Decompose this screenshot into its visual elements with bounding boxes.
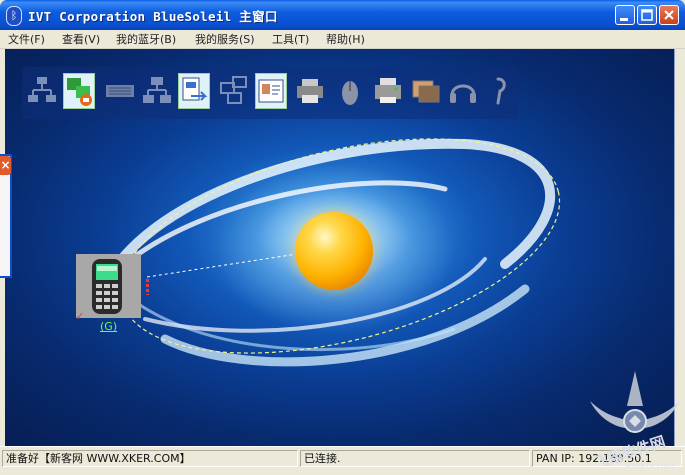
- maximize-button[interactable]: [637, 5, 657, 25]
- status-bar: 准备好【新客网 WWW.XKER.COM】 已连接. PAN IP: 192.1…: [0, 446, 685, 472]
- lan-icon[interactable]: [141, 73, 173, 109]
- device-label[interactable]: (G): [100, 320, 117, 333]
- menu-bar: 文件(F) 查看(V) 我的蓝牙(B) 我的服务(S) 工具(T) 帮助(H): [0, 30, 685, 49]
- service-toolbar: [22, 67, 518, 119]
- mouse-icon[interactable]: [334, 73, 366, 109]
- menu-my-services[interactable]: 我的服务(S): [195, 31, 255, 47]
- bluetooth-icon: ᛒ: [6, 6, 22, 26]
- watermark-url: www.fx.com: [625, 461, 674, 470]
- fax-icon[interactable]: [372, 73, 404, 109]
- window-title: IVT Corporation BlueSoleil 主窗口: [28, 9, 278, 24]
- sync-icon[interactable]: [218, 73, 250, 109]
- minimize-icon: [620, 18, 628, 21]
- dialup-icon[interactable]: [63, 73, 95, 109]
- local-bluetooth-device-icon[interactable]: [295, 212, 373, 290]
- minimize-button[interactable]: [615, 5, 635, 25]
- menu-view[interactable]: 查看(V): [62, 31, 100, 47]
- menu-tools[interactable]: 工具(T): [272, 31, 309, 47]
- network-icon[interactable]: [26, 73, 58, 109]
- menu-help[interactable]: 帮助(H): [326, 31, 365, 47]
- close-icon[interactable]: ×: [0, 156, 11, 175]
- device-canvas[interactable]: ✓ (G): [5, 49, 675, 446]
- close-button[interactable]: [659, 5, 679, 25]
- menu-my-bluetooth[interactable]: 我的蓝牙(B): [116, 31, 176, 47]
- menu-file[interactable]: 文件(F): [8, 31, 45, 47]
- signal-strength-icon: [146, 279, 149, 295]
- picture-icon[interactable]: [410, 73, 442, 109]
- status-connection: 已连接.: [300, 450, 530, 467]
- watermark-logo: 飞翔软件网 www.fx.com: [585, 366, 685, 473]
- mobile-phone-icon[interactable]: [76, 254, 141, 318]
- status-ready: 准备好【新客网 WWW.XKER.COM】: [2, 450, 298, 467]
- business-card-icon[interactable]: [255, 73, 287, 109]
- close-icon: [664, 10, 674, 20]
- title-bar[interactable]: ᛒ IVT Corporation BlueSoleil 主窗口: [0, 0, 685, 30]
- headset-icon[interactable]: [484, 73, 516, 109]
- file-transfer-icon[interactable]: [178, 73, 210, 109]
- connected-check-icon: ✓: [75, 310, 85, 323]
- keyboard-icon[interactable]: [104, 73, 136, 109]
- maximize-icon: [641, 9, 653, 21]
- printer-icon[interactable]: [294, 73, 326, 109]
- headphones-icon[interactable]: [447, 73, 479, 109]
